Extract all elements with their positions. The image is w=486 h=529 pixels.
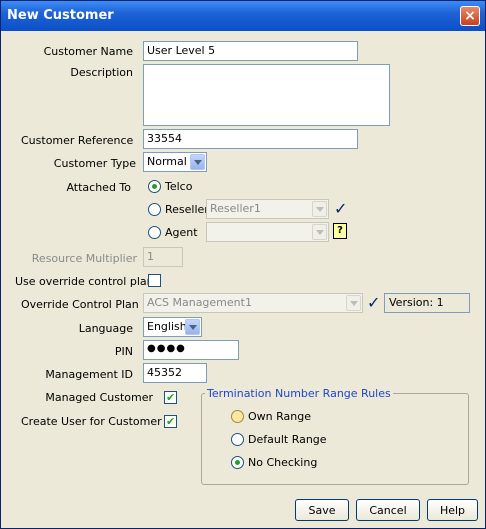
telco-radio-label: Telco [165, 180, 193, 193]
create-user-checkbox[interactable]: ✔ [164, 415, 177, 428]
version-display: Version: 1 [384, 293, 470, 313]
default-range-label: Default Range [248, 433, 327, 446]
reseller-select-value: Reseller1 [210, 202, 261, 215]
telco-radio[interactable] [148, 180, 161, 193]
reseller-radio[interactable] [148, 203, 161, 216]
help-icon[interactable]: ? [333, 223, 347, 239]
chevron-down-icon [315, 206, 324, 212]
language-select[interactable]: English [143, 317, 202, 337]
help-button[interactable]: Help [427, 499, 478, 521]
own-range-radio[interactable] [231, 410, 244, 423]
chevron-down-icon [188, 324, 197, 330]
override-control-plan-value: ACS Management1 [147, 296, 252, 309]
customer-type-value: Normal [147, 155, 187, 168]
agent-radio-label: Agent [165, 226, 198, 239]
management-id-label: Management ID [45, 368, 133, 381]
no-checking-radio[interactable] [231, 456, 244, 469]
termination-rules-title: Termination Number Range Rules [205, 387, 393, 400]
pin-input[interactable]: ●●●● [143, 340, 239, 360]
reseller-radio-label: Reseller [165, 203, 209, 216]
language-value: English [147, 320, 187, 333]
resource-multiplier-input[interactable]: 1 [143, 247, 183, 267]
new-customer-dialog: New Customer × Customer Name User Level … [0, 0, 486, 529]
chevron-down-icon [315, 229, 324, 235]
pin-label: PIN [114, 345, 133, 358]
customer-name-input[interactable]: User Level 5 [143, 41, 358, 61]
dialog-title: New Customer [7, 8, 114, 23]
agent-dropdown-button[interactable] [312, 224, 327, 240]
override-control-plan-dropdown-button[interactable] [346, 295, 361, 311]
attached-to-label: Attached To [66, 181, 131, 194]
customer-name-label: Customer Name [43, 45, 133, 58]
checkmark-icon[interactable]: ✓ [334, 201, 347, 217]
use-override-label: Use override control plan [15, 275, 154, 288]
description-textarea[interactable] [143, 64, 390, 126]
resource-multiplier-label: Resource Multiplier [31, 252, 137, 265]
chevron-down-icon [193, 159, 202, 165]
close-button[interactable]: × [460, 6, 480, 26]
customer-reference-input[interactable]: 33554 [143, 129, 358, 149]
reseller-select[interactable]: Reseller1 [206, 199, 329, 219]
agent-radio[interactable] [148, 226, 161, 239]
customer-type-label: Customer Type [53, 157, 136, 170]
no-checking-label: No Checking [248, 456, 318, 469]
override-control-plan-select[interactable]: ACS Management1 [143, 293, 363, 313]
close-icon: × [464, 8, 476, 24]
managed-customer-checkbox[interactable]: ✔ [164, 391, 177, 404]
checkbox-check-icon: ✔ [166, 391, 176, 404]
default-range-radio[interactable] [231, 433, 244, 446]
use-override-checkbox[interactable] [148, 274, 161, 287]
language-dropdown-button[interactable] [185, 319, 200, 335]
own-range-label: Own Range [248, 410, 311, 423]
customer-type-dropdown-button[interactable] [190, 154, 205, 170]
title-bar: New Customer × [1, 1, 485, 31]
language-label: Language [78, 322, 133, 335]
managed-customer-label: Managed Customer [45, 391, 153, 404]
save-button[interactable]: Save [295, 499, 349, 521]
management-id-input[interactable]: 45352 [143, 363, 207, 383]
reseller-dropdown-button[interactable] [312, 201, 327, 217]
customer-reference-label: Customer Reference [21, 134, 134, 147]
checkmark-icon[interactable]: ✓ [367, 295, 380, 311]
agent-select[interactable] [206, 222, 329, 242]
cancel-button[interactable]: Cancel [356, 499, 420, 521]
chevron-down-icon [349, 300, 358, 306]
override-control-plan-label: Override Control Plan [21, 298, 139, 311]
description-label: Description [70, 66, 133, 79]
customer-type-select[interactable]: Normal [143, 152, 207, 172]
create-user-label: Create User for Customer [21, 415, 162, 428]
checkbox-check-icon: ✔ [166, 415, 176, 428]
